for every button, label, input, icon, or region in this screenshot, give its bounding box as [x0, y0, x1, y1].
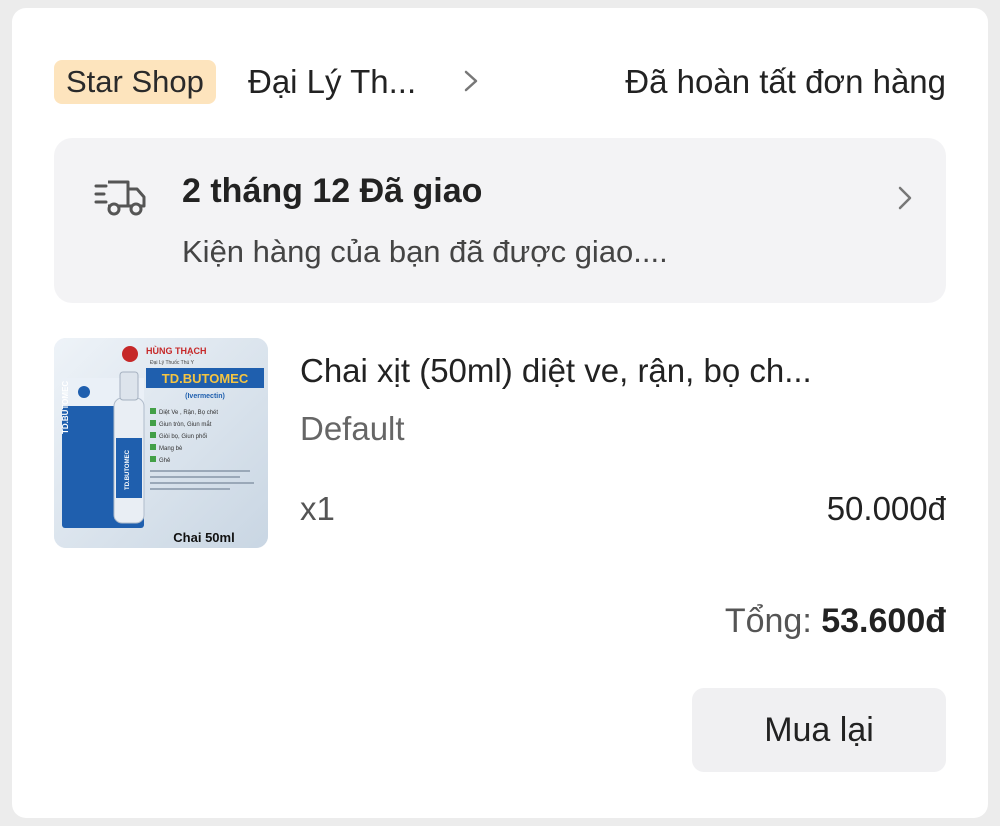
product-variant: Default: [300, 410, 405, 447]
product-title-text: TD.BUTOMEC: [162, 371, 249, 386]
feature-3: Giòi bọ, Giun phổi: [159, 433, 207, 440]
brand-subtext: Đại Lý Thuốc Thú Y: [150, 360, 195, 366]
order-card: Star Shop Đại Lý Th... Đã hoàn tất đơn h…: [12, 8, 988, 818]
truck-icon: [94, 180, 146, 216]
product-quantity: x1: [300, 490, 335, 527]
product-image[interactable]: TD.BUTOMEC TD.BUTOMEC HÙNG THẠCH Đại Lý …: [54, 338, 268, 548]
order-header: Star Shop Đại Lý Th... Đã hoàn tất đơn h…: [54, 50, 946, 114]
product-price: 50.000đ: [826, 490, 946, 527]
size-caption: Chai 50ml: [173, 530, 234, 545]
shop-badge[interactable]: Star Shop: [54, 60, 216, 104]
delivery-subtitle: Kiện hàng của bạn đã được giao....: [182, 234, 668, 269]
total-label: Tổng:: [724, 602, 812, 640]
order-status: Đã hoàn tất đơn hàng: [625, 63, 946, 100]
delivery-title: 2 tháng 12 Đã giao: [182, 172, 483, 210]
product-image-illustration: TD.BUTOMEC TD.BUTOMEC HÙNG THẠCH Đại Lý …: [54, 338, 268, 548]
chevron-right-icon[interactable]: [458, 66, 484, 96]
ingredient-text: (Ivermectin): [185, 393, 225, 400]
brand-text: HÙNG THẠCH: [146, 345, 207, 356]
delivery-status-panel[interactable]: 2 tháng 12 Đã giao Kiện hàng của bạn đã …: [54, 138, 946, 303]
feature-2: Giun tròn, Giun mắt: [159, 421, 212, 428]
product-name[interactable]: Chai xịt (50ml) diệt ve, rận, bọ ch...: [300, 352, 812, 390]
feature-4: Mang bè: [159, 446, 183, 452]
feature-5: Ghẻ: [159, 458, 171, 464]
box-label: TD.BUTOMEC: [61, 381, 70, 434]
chevron-right-icon[interactable]: [894, 182, 916, 214]
bottle-label: TD.BUTOMEC: [125, 449, 131, 490]
shop-name[interactable]: Đại Lý Th...: [248, 60, 416, 104]
order-total: Tổng: 53.600đ: [725, 602, 946, 641]
total-value: 53.600đ: [821, 602, 946, 640]
buy-again-button[interactable]: Mua lại: [692, 688, 946, 772]
feature-1: Diệt Ve , Rận, Bọ chét: [159, 410, 218, 416]
